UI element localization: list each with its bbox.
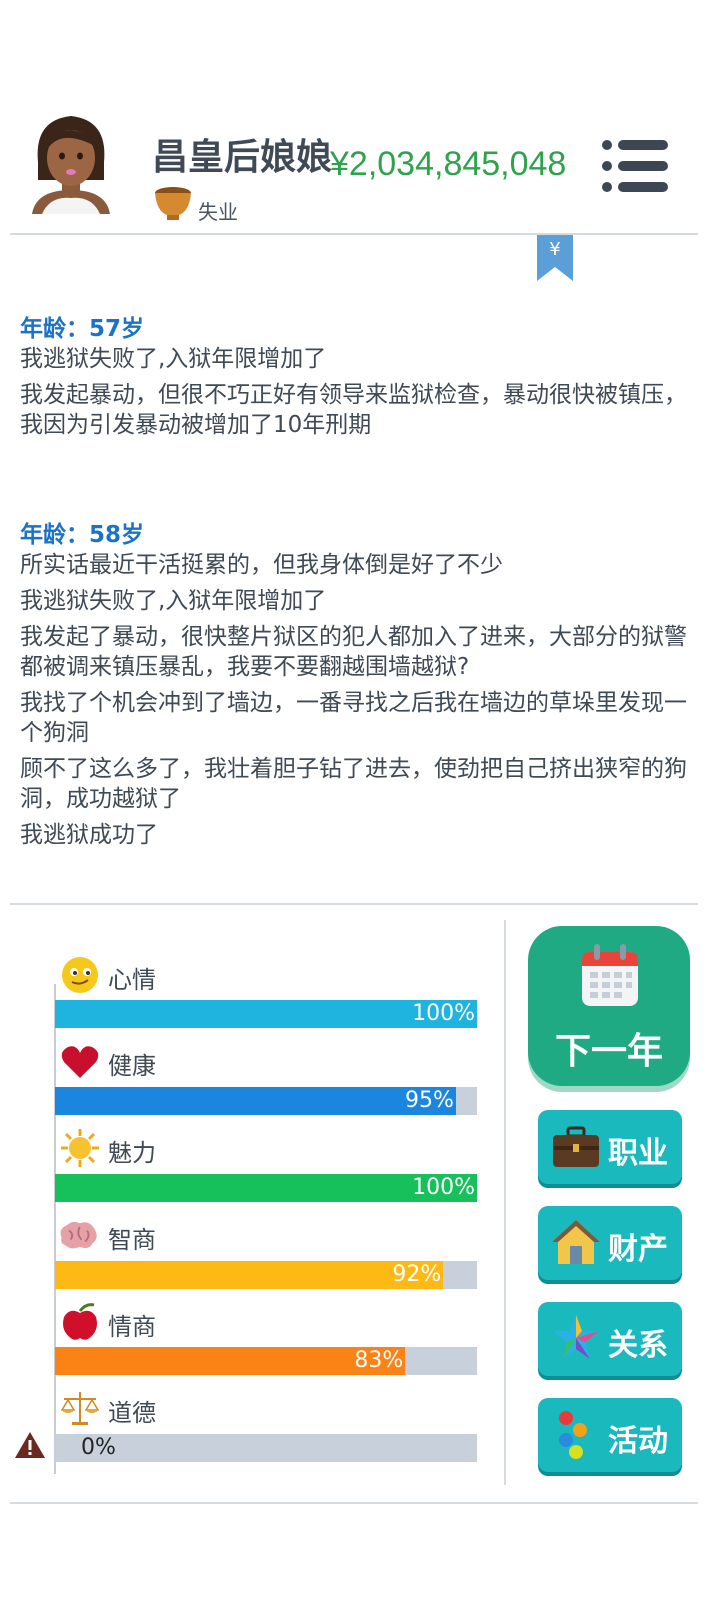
next-year-button[interactable]: 下一年 — [528, 926, 690, 1086]
menu-icon[interactable] — [600, 138, 670, 194]
panel-divider — [504, 920, 506, 1485]
stat-percent: 100% — [412, 1175, 475, 1200]
log-line: 我逃狱失败了,入狱年限增加了 — [20, 346, 327, 372]
stat-percent: 100% — [412, 1001, 475, 1026]
stat-percent: 95% — [404, 1088, 454, 1113]
relations-button[interactable]: 关系 — [538, 1302, 682, 1376]
log-line: 我逃狱成功了 — [20, 822, 158, 848]
activities-icon — [559, 1411, 587, 1459]
sun-icon — [61, 1129, 99, 1167]
stat-label-iq: 智商 — [108, 1226, 156, 1254]
stat-percent: 0% — [81, 1435, 116, 1460]
stat-bar-health: 95% — [55, 1087, 477, 1115]
heart-icon — [61, 1046, 99, 1078]
scale-icon — [60, 1392, 100, 1425]
stat-label-eq: 情商 — [108, 1313, 156, 1341]
log-divider — [10, 903, 698, 905]
bowl-icon — [155, 187, 191, 220]
log-line: 我发起了暴动，很快整片狱区的犯人都加入了进来，大部分的狱警都被调来镇压暴乱，我要… — [20, 624, 687, 680]
stat-bar-eq: 83% — [55, 1347, 477, 1375]
stat-bar-mood: 100% — [55, 1000, 477, 1028]
stat-bar-morality: 0% — [55, 1434, 477, 1462]
stat-bar-iq: 92% — [55, 1261, 477, 1289]
next-year-label: 下一年 — [554, 1031, 663, 1072]
career-button[interactable]: 职业 — [538, 1110, 682, 1184]
house-icon — [552, 1220, 600, 1264]
log-line: 我逃狱失败了,入狱年限增加了 — [20, 588, 327, 614]
avatar[interactable] — [30, 110, 112, 214]
stats-axis — [54, 984, 56, 1474]
log-line: 我找了个机会冲到了墙边，一番寻找之后我在墙边的草垛里发现一个狗洞 — [20, 690, 687, 746]
stat-percent: 83% — [354, 1348, 404, 1373]
smiley-icon — [62, 957, 98, 993]
money-balance: ¥2,034,845,048 — [330, 145, 567, 183]
log-line: 我发起暴动，但很不巧正好有领导来监狱检查，暴动很快被镇压，我因为引发暴动被增加了… — [20, 382, 687, 438]
relations-label: 关系 — [608, 1328, 668, 1363]
log-line: 顾不了这么多了，我壮着胆子钻了进去，使劲把自己挤出狭窄的狗洞，成功越狱了 — [20, 756, 687, 812]
stat-label-charm: 魅力 — [108, 1139, 156, 1167]
log-line: 所实话最近干活挺累的，但我身体倒是好了不少 — [20, 552, 503, 578]
money-bookmark-icon[interactable]: ¥ — [536, 235, 574, 283]
age-heading: 年龄：58岁 — [20, 522, 145, 548]
activities-button[interactable]: 活动 — [538, 1398, 682, 1472]
job-status: 失业 — [198, 200, 238, 224]
log-entry-year-57: 年龄：57岁 我逃狱失败了,入狱年限增加了 我发起暴动，但很不巧正好有领导来监狱… — [20, 314, 690, 446]
stat-bar-charm: 100% — [55, 1174, 477, 1202]
assets-button[interactable]: 财产 — [538, 1206, 682, 1280]
career-label: 职业 — [608, 1136, 668, 1171]
log-entry-year-58: 年龄：58岁 所实话最近干活挺累的，但我身体倒是好了不少 我逃狱失败了,入狱年限… — [20, 520, 690, 856]
bottom-divider — [10, 1502, 698, 1504]
stat-label-mood: 心情 — [108, 966, 156, 994]
age-heading: 年龄：57岁 — [20, 316, 145, 342]
stat-percent: 92% — [392, 1262, 442, 1287]
assets-label: 财产 — [608, 1232, 668, 1267]
briefcase-icon — [553, 1126, 599, 1167]
stat-label-morality: 道德 — [108, 1399, 156, 1427]
stat-label-health: 健康 — [108, 1052, 156, 1080]
activities-label: 活动 — [608, 1424, 668, 1459]
bookmark-symbol: ¥ — [549, 239, 560, 260]
brain-icon — [60, 1221, 97, 1249]
header-divider — [10, 233, 698, 235]
apple-icon — [63, 1303, 97, 1340]
star-icon — [553, 1315, 599, 1359]
calendar-icon — [582, 944, 638, 1006]
warning-icon — [15, 1432, 45, 1458]
player-name: 昌皇后娘娘 — [152, 137, 333, 178]
